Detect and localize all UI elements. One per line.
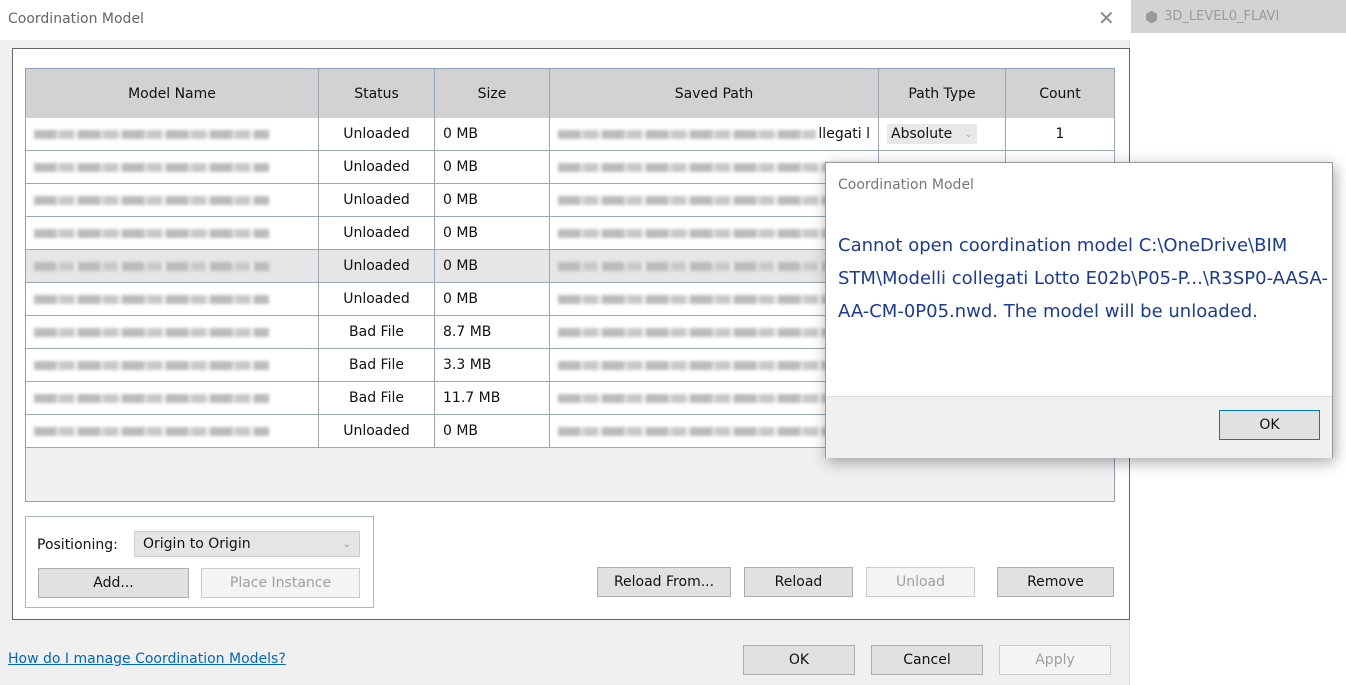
apply-button[interactable]: Apply xyxy=(999,645,1111,675)
positioning-value: Origin to Origin xyxy=(143,536,251,552)
model-name-cell xyxy=(26,217,319,250)
status-cell: Bad File xyxy=(319,382,435,415)
size-cell: 8.7 MB xyxy=(435,316,550,349)
model-name-cell xyxy=(26,349,319,382)
model-name-cell xyxy=(26,415,319,448)
chevron-down-icon: ⌄ xyxy=(964,128,973,140)
size-cell: 0 MB xyxy=(435,151,550,184)
status-cell: Unloaded xyxy=(319,118,435,151)
size-cell: 11.7 MB xyxy=(435,382,550,415)
size-cell: 0 MB xyxy=(435,250,550,283)
model-name-cell xyxy=(26,118,319,151)
size-cell: 0 MB xyxy=(435,415,550,448)
redacted-text xyxy=(558,426,870,436)
model-name-cell xyxy=(26,382,319,415)
add-button[interactable]: Add... xyxy=(38,568,189,598)
dialog-title: Coordination Model xyxy=(8,11,144,27)
reload-button[interactable]: Reload xyxy=(744,567,853,597)
model-name-cell xyxy=(26,184,319,217)
redacted-text xyxy=(34,228,269,238)
size-cell: 0 MB xyxy=(435,283,550,316)
redacted-text xyxy=(34,393,269,403)
positioning-label: Positioning: xyxy=(37,537,118,553)
positioning-group: Positioning: Origin to Origin ⌄ Add... P… xyxy=(25,516,374,608)
column-header[interactable]: Count xyxy=(1006,69,1115,118)
chevron-down-icon: ⌄ xyxy=(342,538,351,550)
close-icon[interactable]: ✕ xyxy=(1098,6,1115,30)
redacted-text xyxy=(558,360,870,370)
place-instance-button[interactable]: Place Instance xyxy=(201,568,360,598)
redacted-text xyxy=(558,129,817,139)
redacted-text xyxy=(558,162,870,172)
status-cell: Bad File xyxy=(319,349,435,382)
column-header[interactable]: Model Name xyxy=(26,69,319,118)
redacted-text xyxy=(558,294,870,304)
popup-title: Coordination Model xyxy=(838,177,974,193)
path-type-select[interactable]: Absolute ⌄ xyxy=(887,124,977,144)
column-header[interactable]: Path Type xyxy=(879,69,1006,118)
saved-path-cell: llegati l xyxy=(550,118,879,151)
size-cell: 0 MB xyxy=(435,217,550,250)
3d-view-icon: ⬢ xyxy=(1145,7,1159,26)
model-name-cell xyxy=(26,283,319,316)
popup-footer: OK xyxy=(826,396,1332,458)
positioning-select[interactable]: Origin to Origin ⌄ xyxy=(134,531,360,557)
error-popup: Coordination Model Cannot open coordinat… xyxy=(825,162,1333,458)
unload-button[interactable]: Unload xyxy=(866,567,975,597)
ok-button[interactable]: OK xyxy=(743,645,855,675)
redacted-text xyxy=(34,261,269,271)
redacted-text xyxy=(34,426,269,436)
redacted-text xyxy=(558,393,870,403)
column-header[interactable]: Saved Path xyxy=(550,69,879,118)
reload-from-button[interactable]: Reload From... xyxy=(597,567,731,597)
status-cell: Unloaded xyxy=(319,250,435,283)
popup-ok-button[interactable]: OK xyxy=(1219,410,1320,440)
redacted-text xyxy=(34,294,269,304)
help-link[interactable]: How do I manage Coordination Models? xyxy=(8,651,286,667)
status-cell: Unloaded xyxy=(319,283,435,316)
title-bar: Coordination Model ✕ xyxy=(0,0,1130,40)
path-type-value: Absolute xyxy=(891,126,953,142)
column-header[interactable]: Size xyxy=(435,69,550,118)
size-cell: 0 MB xyxy=(435,118,550,151)
status-cell: Bad File xyxy=(319,316,435,349)
path-type-cell: Absolute ⌄ xyxy=(879,118,1006,151)
redacted-text xyxy=(34,129,269,139)
status-cell: Unloaded xyxy=(319,184,435,217)
model-name-cell xyxy=(26,151,319,184)
redacted-text xyxy=(34,195,269,205)
status-cell: Unloaded xyxy=(319,415,435,448)
size-cell: 0 MB xyxy=(435,184,550,217)
model-name-cell xyxy=(26,250,319,283)
redacted-text xyxy=(34,162,269,172)
popup-message: Cannot open coordination model C:\OneDri… xyxy=(838,235,1328,322)
column-header[interactable]: Status xyxy=(319,69,435,118)
redacted-text xyxy=(558,327,870,337)
redacted-text xyxy=(558,261,870,271)
redacted-text xyxy=(34,360,269,370)
cancel-button[interactable]: Cancel xyxy=(871,645,983,675)
status-cell: Unloaded xyxy=(319,217,435,250)
remove-button[interactable]: Remove xyxy=(997,567,1114,597)
redacted-text xyxy=(558,228,870,238)
status-cell: Unloaded xyxy=(319,151,435,184)
model-name-cell xyxy=(26,316,319,349)
path-tail: llegati l xyxy=(818,126,870,142)
view-tab-label: 3D_LEVEL0_FLAVI xyxy=(1164,9,1280,24)
redacted-text xyxy=(558,195,870,205)
count-cell: 1 xyxy=(1006,118,1115,151)
redacted-text xyxy=(34,327,269,337)
view-tab[interactable]: ⬢ 3D_LEVEL0_FLAVI xyxy=(1131,0,1346,33)
size-cell: 3.3 MB xyxy=(435,349,550,382)
